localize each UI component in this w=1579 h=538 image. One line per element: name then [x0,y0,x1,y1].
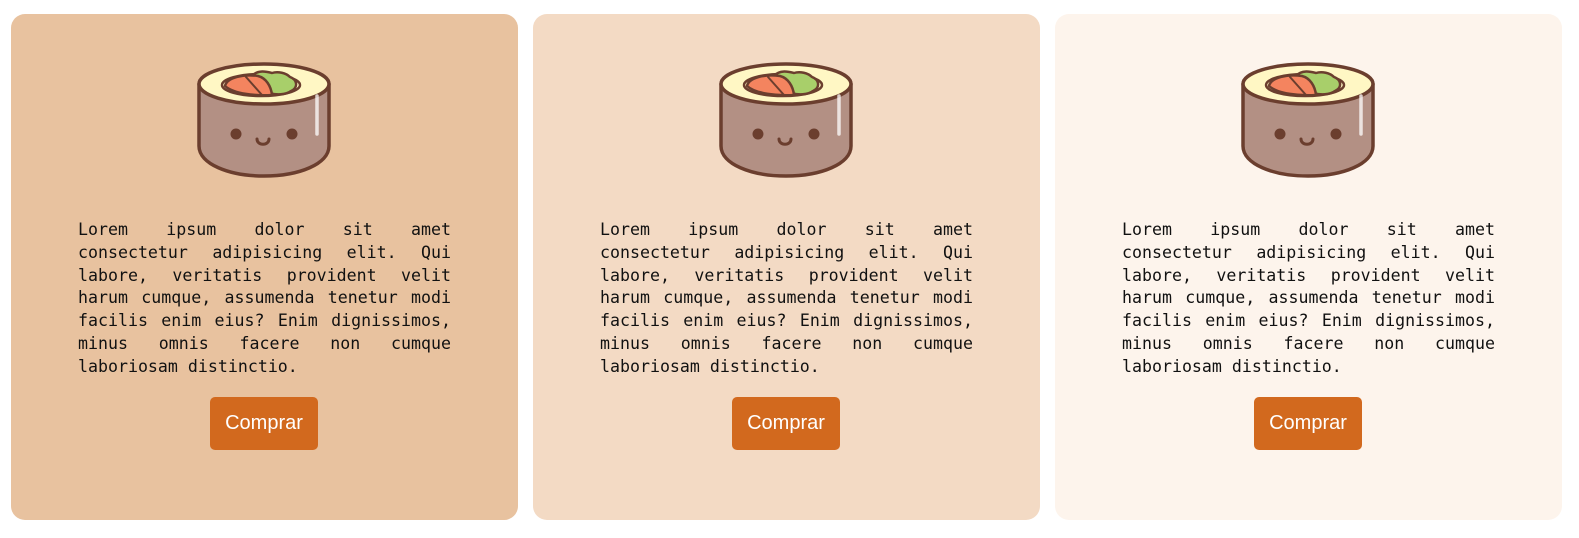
product-description: Lorem ipsum dolor sit amet consectetur a… [600,220,973,376]
buy-button[interactable]: Comprar [1254,397,1362,450]
buy-button[interactable]: Comprar [732,397,840,450]
sushi-roll-icon [1241,62,1375,178]
sushi-roll-icon [719,62,853,178]
sushi-roll-icon [197,62,331,178]
product-card: Lorem ipsum dolor sit amet consectetur a… [533,14,1040,520]
product-cards: Lorem ipsum dolor sit amet consectetur a… [11,14,1562,520]
product-description: Lorem ipsum dolor sit amet consectetur a… [78,220,451,376]
product-card: Lorem ipsum dolor sit amet consectetur a… [1055,14,1562,520]
product-description: Lorem ipsum dolor sit amet consectetur a… [1122,220,1495,376]
buy-button[interactable]: Comprar [210,397,318,450]
product-card: Lorem ipsum dolor sit amet consectetur a… [11,14,518,520]
